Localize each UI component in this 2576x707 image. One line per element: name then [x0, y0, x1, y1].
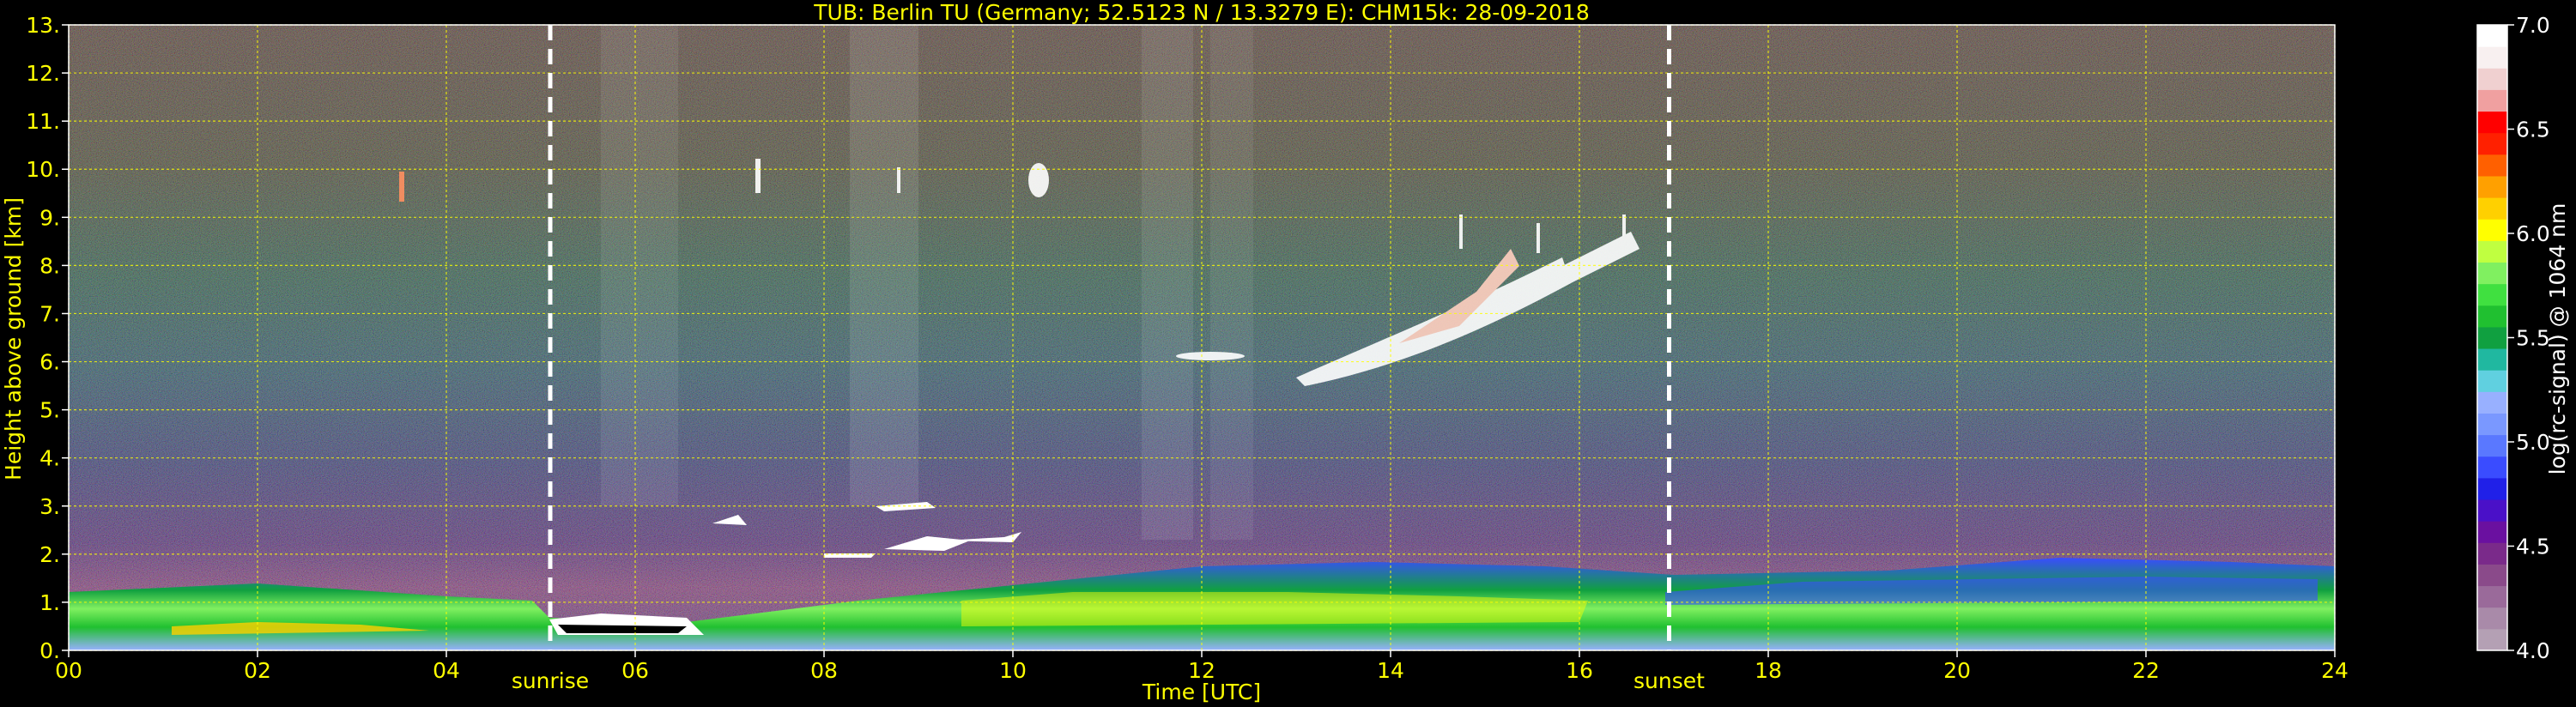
colorbar-tick-label: 6.5 [2516, 118, 2550, 142]
colorbar-swatch [2477, 132, 2507, 155]
x-tick-label: 24 [2321, 658, 2349, 683]
colorbar-swatch [2477, 262, 2507, 285]
colorbar-swatch [2477, 240, 2507, 263]
colorbar-ticks: 4.04.55.05.56.06.57.0 [2507, 13, 2550, 663]
x-tick-label: 06 [621, 658, 649, 683]
colorbar-swatch [2477, 326, 2507, 349]
x-tick-label: 10 [999, 658, 1027, 683]
colorbar-swatch [2477, 46, 2507, 69]
x-tick-label: 18 [1755, 658, 1782, 683]
y-tick-label: 0. [39, 638, 60, 663]
x-axis-label: Time [UTC] [1142, 680, 1261, 704]
colorbar-swatch [2477, 283, 2507, 306]
colorbar-swatch [2477, 434, 2507, 457]
x-tick-label: 22 [2132, 658, 2160, 683]
sunrise-label: sunrise [512, 668, 589, 693]
y-axis-ticks: 0. 1. 2. 3. 4. 5. 6. 7. 8. 9. 10. 11. 12. 13. [26, 13, 69, 663]
sunset-label: sunset [1633, 668, 1705, 693]
colorbar-swatch [2477, 564, 2507, 587]
colorbar-swatch [2477, 628, 2507, 651]
y-tick-label: 13. [26, 13, 60, 38]
colorbar-swatch [2477, 25, 2507, 47]
x-axis-ticks: 00 02 04 06 08 10 12 14 16 18 20 22 24 [55, 650, 2349, 683]
y-axis-label: Height above ground [km] [1, 197, 26, 480]
colorbar-swatch [2477, 542, 2507, 565]
y-tick-label: 9. [39, 205, 60, 230]
colorbar-swatch [2477, 607, 2507, 630]
y-tick-label: 7. [39, 301, 60, 326]
colorbar-swatch [2477, 521, 2507, 543]
y-tick-label: 8. [39, 253, 60, 278]
colorbar-swatch [2477, 477, 2507, 500]
colorbar-tick-label: 4.5 [2516, 535, 2550, 559]
y-tick-label: 11. [26, 109, 60, 134]
colorbar-label: log(rc-signal) @ 1064 nm [2545, 203, 2570, 475]
colorbar-swatch [2477, 68, 2507, 90]
y-tick-label: 5. [39, 398, 60, 423]
x-tick-label: 14 [1377, 658, 1404, 683]
y-tick-label: 2. [39, 542, 60, 567]
colorbar-tick-label: 7.0 [2516, 13, 2550, 38]
annotations: sunrise sunset [512, 668, 1705, 693]
colorbar-swatch [2477, 348, 2507, 371]
x-tick-label: 20 [1943, 658, 1971, 683]
lidar-figure: TUB: Berlin TU (Germany; 52.5123 N / 13.… [1, 0, 2570, 704]
colorbar-swatch [2477, 219, 2507, 241]
y-tick-label: 6. [39, 350, 60, 375]
chart-title: TUB: Berlin TU (Germany; 52.5123 N / 13.… [813, 0, 1590, 25]
colorbar-blocks [2477, 25, 2507, 651]
colorbar-tick-label: 4.0 [2516, 638, 2550, 663]
colorbar-swatch [2477, 111, 2507, 134]
y-tick-label: 10. [26, 157, 60, 182]
colorbar-swatch [2477, 370, 2507, 392]
colorbar-swatch [2477, 391, 2507, 414]
x-tick-label: 08 [810, 658, 838, 683]
colorbar-swatch [2477, 499, 2507, 522]
y-tick-label: 3. [39, 494, 60, 519]
colorbar-swatch [2477, 197, 2507, 220]
y-tick-label: 1. [39, 590, 60, 615]
x-tick-label: 04 [433, 658, 460, 683]
colorbar-swatch [2477, 413, 2507, 436]
colorbar-swatch [2477, 305, 2507, 328]
colorbar-swatch [2477, 154, 2507, 177]
colorbar-swatch [2477, 585, 2507, 608]
colorbar-swatch [2477, 89, 2507, 112]
colorbar-swatch [2477, 175, 2507, 198]
colorbar-swatch [2477, 456, 2507, 479]
y-tick-label: 12. [26, 61, 60, 86]
y-tick-label: 4. [39, 446, 60, 471]
x-tick-label: 02 [244, 658, 271, 683]
colorbar: 4.04.55.05.56.06.57.0 log(rc-signal) @ 1… [2476, 13, 2570, 663]
x-tick-label: 16 [1566, 658, 1593, 683]
